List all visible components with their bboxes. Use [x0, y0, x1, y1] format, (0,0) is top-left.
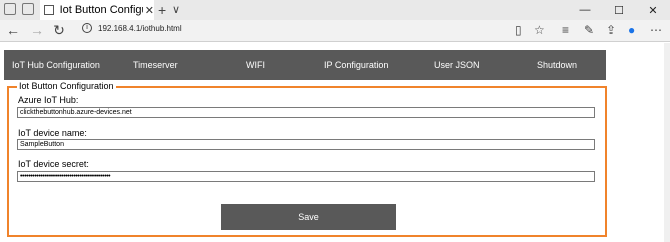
- window-controls: — ☐ ✕: [568, 0, 670, 20]
- refresh-button[interactable]: ↻: [50, 22, 68, 39]
- azure-iot-hub-input[interactable]: clickthebuttonhub.azure-devices.net: [17, 107, 595, 118]
- extension-icon[interactable]: ●: [628, 23, 635, 37]
- browser-titlebar: Iot Button Configuratior ✕ + ∨ — ☐ ✕: [0, 0, 670, 20]
- nav-iot-hub-configuration[interactable]: IoT Hub Configuration: [12, 60, 100, 70]
- nav-ip-configuration[interactable]: IP Configuration: [324, 60, 388, 70]
- tabs-aside-icon[interactable]: [4, 3, 16, 15]
- nav-shutdown[interactable]: Shutdown: [537, 60, 577, 70]
- tab-close-icon[interactable]: ✕: [145, 4, 154, 17]
- more-menu-icon[interactable]: ⋯: [650, 23, 662, 37]
- browser-tab[interactable]: Iot Button Configuratior ✕: [40, 0, 154, 20]
- nav-wifi[interactable]: WIFI: [246, 60, 265, 70]
- form-legend: Iot Button Configuration: [17, 81, 116, 91]
- close-window-button[interactable]: ✕: [636, 0, 670, 20]
- nav-timeserver[interactable]: Timeserver: [133, 60, 178, 70]
- vertical-scrollbar[interactable]: [664, 43, 670, 242]
- maximize-button[interactable]: ☐: [602, 0, 636, 20]
- device-secret-input[interactable]: ••••••••••••••••••••••••••••••••••••••••…: [17, 171, 595, 182]
- notes-pen-icon[interactable]: ✎: [584, 23, 594, 37]
- nav-user-json[interactable]: User JSON: [434, 60, 480, 70]
- reading-view-icon[interactable]: ▯: [515, 23, 522, 37]
- address-field[interactable]: i 192.168.4.1/iothub.html: [82, 23, 182, 33]
- back-button[interactable]: ←: [4, 22, 22, 38]
- azure-iot-hub-label: Azure IoT Hub:: [18, 95, 79, 105]
- device-name-label: IoT device name:: [18, 128, 87, 138]
- favorite-star-icon[interactable]: ☆: [534, 23, 545, 37]
- tab-title: Iot Button Configuratior: [59, 4, 143, 16]
- iot-button-configuration-form: Iot Button Configuration Azure IoT Hub: …: [7, 81, 607, 237]
- site-info-icon[interactable]: i: [82, 23, 92, 33]
- top-navigation: IoT Hub Configuration Timeserver WIFI IP…: [4, 50, 606, 80]
- forward-button[interactable]: →: [28, 22, 46, 38]
- save-button[interactable]: Save: [221, 204, 396, 230]
- device-secret-label: IoT device secret:: [18, 159, 89, 169]
- page-favicon-icon: [44, 5, 54, 15]
- minimize-button[interactable]: —: [568, 0, 602, 20]
- url-text: 192.168.4.1/iothub.html: [98, 23, 182, 33]
- tab-dropdown-icon[interactable]: ∨: [172, 3, 180, 16]
- new-tab-button[interactable]: +: [158, 2, 166, 18]
- page-content: IoT Hub Configuration Timeserver WIFI IP…: [0, 43, 670, 242]
- tab-preview-icon[interactable]: [22, 3, 34, 15]
- favorites-hub-icon[interactable]: ≡: [562, 23, 569, 37]
- share-icon[interactable]: ⇪: [606, 23, 616, 37]
- tab-actions: [4, 3, 34, 15]
- device-name-input[interactable]: SampleButton: [17, 139, 595, 150]
- address-bar-row: ← → ↻ i 192.168.4.1/iothub.html ▯ ☆ ≡ ✎ …: [0, 20, 670, 42]
